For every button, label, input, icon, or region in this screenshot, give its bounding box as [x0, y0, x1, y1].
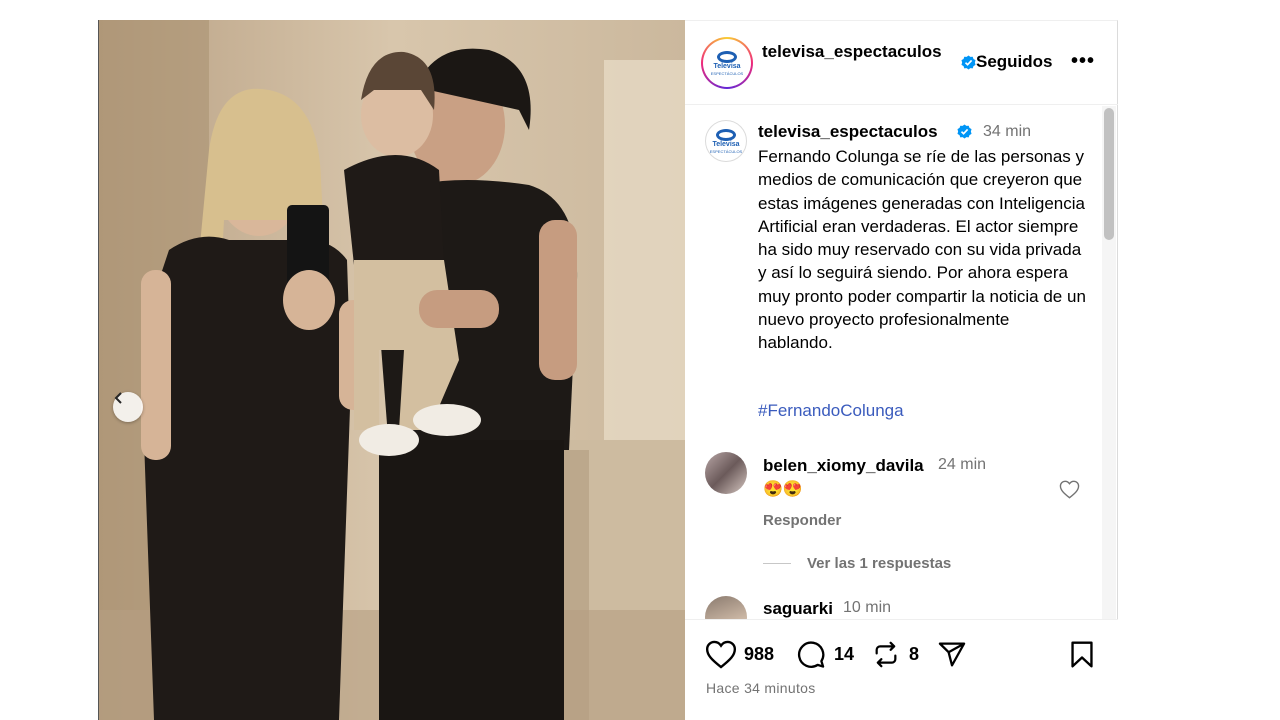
view-replies-button[interactable]: Ver las 1 respuestas — [807, 555, 951, 572]
more-options-icon[interactable]: ••• — [1071, 50, 1095, 73]
comments-section[interactable]: Televisa ESPECTÁCULOS televisa_espectacu… — [685, 106, 1118, 619]
logo-subtext: ESPECTÁCULOS — [709, 148, 743, 154]
post-image — [99, 20, 685, 720]
comment-text: 😍😍 — [763, 481, 803, 498]
like-heart-icon[interactable] — [705, 640, 737, 669]
reply-button[interactable]: Responder — [763, 512, 841, 529]
verified-badge-icon — [957, 124, 972, 139]
share-send-icon[interactable] — [937, 640, 967, 669]
televisa-logo-mark — [716, 128, 736, 141]
caption-timestamp: 34 min — [983, 123, 1032, 140]
following-button[interactable]: Seguidos — [976, 52, 1053, 72]
comment-bubble-icon[interactable] — [796, 640, 826, 669]
like-count[interactable]: 988 — [744, 644, 774, 665]
post-actions-bar: 988 14 8 Hace 34 minutos — [685, 619, 1118, 720]
post-timestamp[interactable]: Hace 34 minutos — [706, 680, 816, 696]
comment-username[interactable]: saguarki — [763, 599, 833, 619]
caption-text: Fernando Colunga se ríe de las personas … — [758, 147, 1086, 353]
televisa-logo-mark — [717, 50, 737, 63]
comment-count[interactable]: 14 — [834, 644, 854, 665]
verified-badge-icon — [961, 55, 976, 70]
repost-count[interactable]: 8 — [909, 644, 919, 665]
scrollbar-thumb[interactable] — [1104, 108, 1114, 240]
chevron-left-icon — [114, 392, 122, 404]
header-username[interactable]: televisa_espectaculos — [762, 41, 952, 62]
post-header: Televisa ESPECTÁCULOS televisa_espectacu… — [685, 21, 1118, 105]
instagram-post-view: Televisa ESPECTÁCULOS televisa_espectacu… — [0, 0, 1280, 720]
comment-timestamp: 10 min — [843, 599, 892, 616]
comment-avatar[interactable] — [705, 452, 747, 494]
bookmark-icon[interactable] — [1069, 640, 1095, 669]
heart-icon[interactable] — [1059, 480, 1080, 499]
logo-subtext: ESPECTÁCULOS — [710, 70, 744, 76]
logo-text: Televisa — [713, 62, 741, 70]
comment-timestamp: 24 min — [938, 456, 987, 473]
comment-username[interactable]: belen_xiomy_davila — [763, 456, 924, 476]
account-avatar[interactable]: Televisa ESPECTÁCULOS — [701, 37, 753, 89]
logo-text: Televisa — [712, 140, 740, 148]
televisa-logo: Televisa ESPECTÁCULOS — [705, 41, 749, 85]
repost-icon[interactable] — [872, 640, 900, 669]
replies-divider — [763, 563, 791, 564]
carousel-previous-button[interactable] — [113, 392, 143, 422]
post-photo — [98, 20, 685, 720]
post-details-panel: Televisa ESPECTÁCULOS televisa_espectacu… — [685, 20, 1118, 720]
caption-username[interactable]: televisa_espectaculos — [758, 122, 938, 142]
hashtag-link[interactable]: #FernandoColunga — [758, 401, 904, 421]
comment-avatar[interactable] — [705, 596, 747, 619]
caption-avatar[interactable]: Televisa ESPECTÁCULOS — [705, 120, 747, 162]
